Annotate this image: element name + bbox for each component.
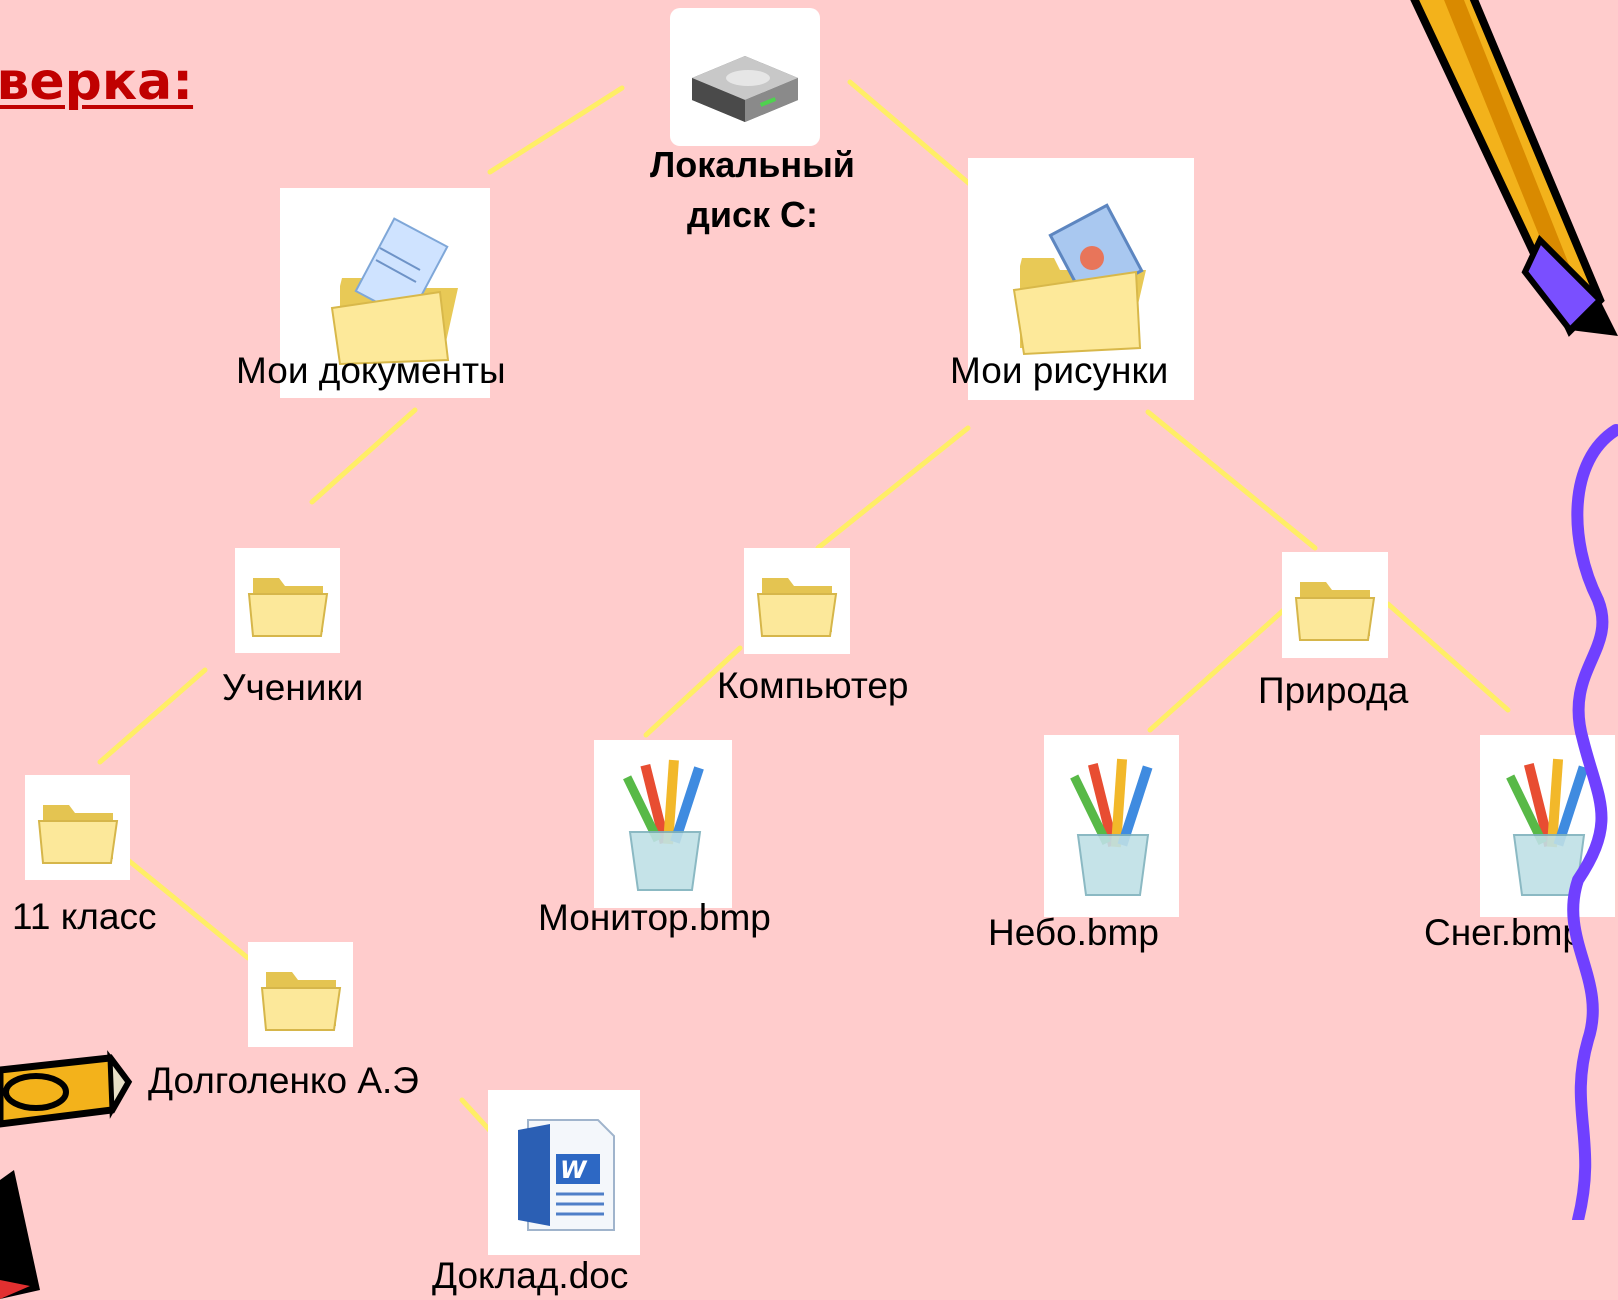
nature-icon-box[interactable] [1282, 552, 1388, 658]
report-icon-box[interactable]: W [488, 1090, 640, 1255]
my-pictures-label[interactable]: Мои рисунки [950, 350, 1168, 392]
dolgolenko-icon-box[interactable] [248, 942, 353, 1047]
pupils-label[interactable]: Ученики [222, 667, 363, 709]
monitor-icon-box[interactable] [594, 740, 732, 908]
computer-label[interactable]: Компьютер [717, 665, 909, 707]
connector-mypics-computer [815, 425, 971, 551]
computer-icon-box[interactable] [744, 548, 850, 654]
connector-mypics-nature [1145, 409, 1318, 551]
class11-icon-box[interactable] [25, 775, 130, 880]
folder-icon [756, 578, 838, 637]
paint-bitmap-icon [623, 759, 704, 891]
pencil-top-right-icon [1410, 0, 1618, 337]
sky-label[interactable]: Небо.bmp [988, 912, 1159, 954]
svg-text:W: W [560, 1156, 588, 1184]
connector-pupils-class11 [97, 667, 208, 765]
paint-bitmap-icon [1070, 758, 1153, 896]
pupils-icon-box[interactable] [235, 548, 340, 653]
purple-squiggle-icon [1567, 424, 1618, 1220]
folder-icon [1294, 582, 1376, 641]
folder-icon [260, 972, 342, 1031]
pencil-bottom-left-icon [0, 1050, 133, 1128]
pencil-tip-bottom-left-icon [0, 1170, 40, 1299]
root-node-label: Локальный диск С: [650, 144, 855, 235]
sky-icon-box[interactable] [1044, 735, 1179, 917]
class11-label[interactable]: 11 класс [12, 896, 156, 938]
nature-label[interactable]: Природа [1258, 670, 1408, 712]
root-node-icon [670, 8, 820, 146]
hard-drive-icon [692, 56, 798, 122]
monitor-label[interactable]: Монитор.bmp [538, 897, 771, 939]
folder-icon [247, 578, 329, 637]
my-documents-label[interactable]: Мои документы [236, 350, 506, 392]
connector-root-mydocs [487, 85, 625, 175]
dolgolenko-label[interactable]: Долголенко А.Э [148, 1060, 419, 1102]
connector-mydocs-pupils [309, 407, 418, 505]
folder-icon [37, 805, 119, 864]
report-label[interactable]: Доклад.doc [432, 1255, 628, 1297]
word-document-icon: W [518, 1119, 615, 1231]
